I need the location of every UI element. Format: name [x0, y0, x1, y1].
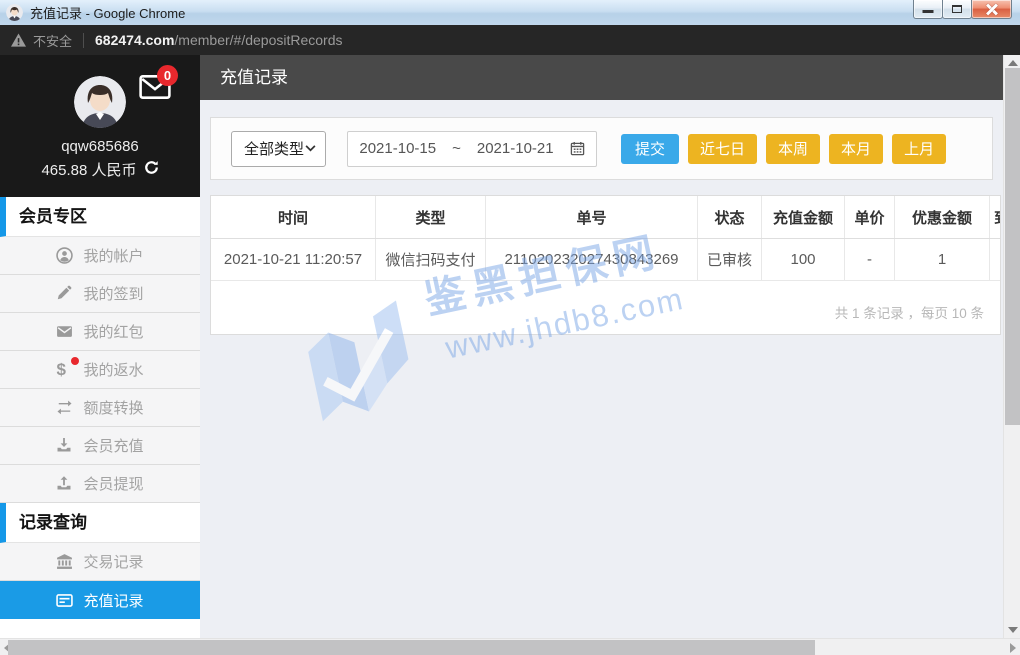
column-header-order-no: 单号	[486, 196, 698, 238]
date-to: 2021-10-21	[477, 140, 554, 157]
url-domain: 682474.com	[95, 32, 174, 48]
url-path: /member/#/depositRecords	[174, 32, 342, 48]
vertical-scrollbar[interactable]	[1003, 55, 1020, 638]
sidebar-nav: 会员专区 我的帐户 我的签到 我的红包 $ 我的返水 额度转换	[0, 197, 200, 619]
maximize-button[interactable]	[942, 0, 972, 19]
envelope-icon	[56, 323, 73, 340]
minimize-button[interactable]	[913, 0, 943, 19]
username: qqw685686	[0, 138, 200, 155]
submit-button[interactable]: 提交	[621, 134, 679, 164]
sidebar-item-label: 交易记录	[83, 551, 143, 572]
sidebar-item-label: 我的签到	[83, 283, 143, 304]
sidebar-section-member-zone: 会员专区	[0, 197, 200, 237]
date-range-input[interactable]: 2021-10-15 ~ 2021-10-21	[347, 131, 597, 167]
minimize-icon	[923, 10, 934, 13]
balance-row: 465.88 人民币	[0, 159, 200, 180]
type-select-value: 全部类型	[244, 138, 304, 159]
quick-button-last-month[interactable]: 上月	[892, 134, 946, 164]
sidebar-item-label: 会员充值	[83, 435, 143, 456]
address-bar[interactable]: 不安全 682474.com /member/#/depositRecords	[0, 25, 1020, 55]
sidebar-item-my-rebate[interactable]: $ 我的返水	[0, 351, 200, 389]
column-header-status: 状态	[698, 196, 762, 238]
sidebar-item-my-account[interactable]: 我的帐户	[0, 237, 200, 275]
sidebar-item-my-checkin[interactable]: 我的签到	[0, 275, 200, 313]
cell-time: 2021-10-21 11:20:57	[211, 239, 376, 280]
sidebar-item-deposit-records[interactable]: 充值记录	[0, 581, 200, 619]
scroll-down-icon[interactable]	[1008, 627, 1018, 633]
sidebar-item-label: 额度转换	[83, 397, 143, 418]
security-label: 不安全	[33, 31, 72, 50]
date-from: 2021-10-15	[359, 140, 436, 157]
sidebar-section-records: 记录查询	[0, 503, 200, 543]
quick-button-this-week[interactable]: 本周	[766, 134, 820, 164]
column-header-type: 类型	[376, 196, 486, 238]
column-header-discount: 优惠金额	[895, 196, 990, 238]
cell-type: 微信扫码支付	[376, 239, 486, 280]
sidebar-item-member-withdraw[interactable]: 会员提现	[0, 465, 200, 503]
cell-received	[990, 239, 1001, 280]
bank-icon	[56, 553, 73, 570]
filter-panel: 全部类型 2021-10-15 ~ 2021-10-21 提交 近七日 本周 本…	[210, 117, 993, 180]
column-header-time: 时间	[211, 196, 376, 238]
quick-button-this-month[interactable]: 本月	[829, 134, 883, 164]
profile-panel: 0 qqw685686 465.88 人民币	[0, 55, 200, 197]
sidebar: 0 qqw685686 465.88 人民币 会员专区 我的帐户 我的签到 我	[0, 55, 200, 638]
records-table-panel: 时间 类型 单号 状态 充值金额 单价 优惠金额 到账金额 2021-10-21…	[210, 195, 1001, 335]
date-separator: ~	[452, 140, 461, 157]
column-header-unit-price: 单价	[845, 196, 895, 238]
cell-unit-price: -	[845, 239, 895, 280]
notification-dot	[71, 357, 79, 365]
sidebar-item-label: 我的返水	[83, 359, 143, 380]
horizontal-scrollbar[interactable]	[0, 638, 1020, 655]
browser-window: 充值记录 - Google Chrome 不安全 682474.com /mem…	[0, 0, 1020, 655]
deposit-icon	[56, 437, 73, 454]
vertical-scrollbar-thumb[interactable]	[1005, 68, 1020, 425]
main-content: 充值记录 全部类型 2021-10-15 ~ 2021-10-21 提交 近七日…	[200, 55, 1003, 638]
site-favicon-icon	[6, 4, 23, 21]
card-icon	[56, 592, 73, 609]
close-button[interactable]	[971, 0, 1012, 19]
calendar-icon	[570, 141, 585, 156]
cell-discount: 1	[895, 239, 990, 280]
transfer-icon	[56, 399, 73, 416]
table-row: 2021-10-21 11:20:57 微信扫码支付 2110202320274…	[211, 239, 1001, 281]
window-titlebar: 充值记录 - Google Chrome	[0, 0, 1020, 25]
sidebar-item-label: 我的红包	[83, 321, 143, 342]
column-header-amount: 充值金额	[762, 196, 845, 238]
balance-value: 465.88 人民币	[41, 159, 136, 180]
close-icon	[985, 2, 999, 16]
avatar[interactable]	[74, 76, 126, 128]
scroll-right-icon[interactable]	[1010, 643, 1016, 653]
table-header-row: 时间 类型 单号 状态 充值金额 单价 优惠金额 到账金额	[211, 196, 1001, 239]
type-select[interactable]: 全部类型	[231, 131, 326, 167]
sidebar-item-label: 会员提现	[83, 473, 143, 494]
sidebar-item-quota-transfer[interactable]: 额度转换	[0, 389, 200, 427]
window-controls	[914, 0, 1012, 19]
sidebar-item-label: 充值记录	[83, 590, 143, 611]
user-icon	[56, 247, 73, 264]
cell-amount: 100	[762, 239, 845, 280]
dollar-icon: $	[56, 361, 73, 378]
sidebar-item-transaction-records[interactable]: 交易记录	[0, 543, 200, 581]
refresh-icon[interactable]	[144, 160, 159, 179]
scroll-up-icon[interactable]	[1008, 60, 1018, 66]
cell-status: 已审核	[698, 239, 762, 280]
withdraw-icon	[56, 475, 73, 492]
sidebar-item-member-deposit[interactable]: 会员充值	[0, 427, 200, 465]
cell-order-no: 211020232027430843269	[486, 239, 698, 280]
quick-button-last7days[interactable]: 近七日	[688, 134, 757, 164]
window-title: 充值记录 - Google Chrome	[30, 3, 185, 22]
page-title: 充值记录	[200, 55, 1003, 100]
pagination-summary: 共 1 条记录 ，每页 10 条	[211, 302, 1000, 322]
pencil-icon	[56, 285, 73, 302]
maximize-icon	[952, 5, 962, 13]
chevron-down-icon	[305, 145, 316, 152]
sidebar-item-label: 我的帐户	[83, 245, 143, 266]
address-divider	[83, 33, 84, 48]
sidebar-item-my-redpacket[interactable]: 我的红包	[0, 313, 200, 351]
horizontal-scrollbar-thumb[interactable]	[8, 640, 815, 655]
warning-icon	[11, 33, 26, 47]
mail-badge: 0	[157, 65, 178, 86]
column-header-received: 到账金额	[990, 196, 1001, 238]
